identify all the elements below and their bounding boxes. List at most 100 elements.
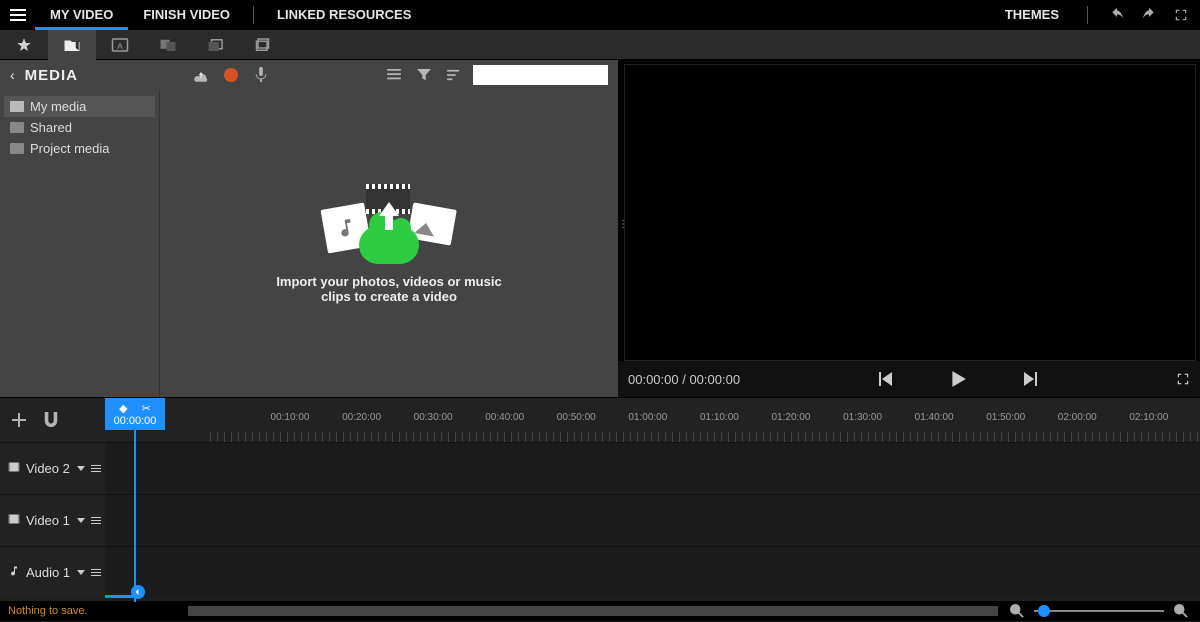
film-icon bbox=[8, 513, 20, 528]
folder-icon bbox=[10, 122, 24, 133]
undo-icon[interactable] bbox=[1106, 4, 1128, 26]
timeline: ◆ ✂ 00:00:00 00:10:0000:20:0000:30:0000:… bbox=[0, 397, 1200, 601]
import-dropzone[interactable]: Import your photos, videos or music clip… bbox=[160, 90, 618, 397]
folder-label: Project media bbox=[30, 141, 109, 156]
music-note-icon bbox=[8, 565, 20, 580]
next-frame-icon[interactable] bbox=[1022, 371, 1038, 387]
cloud-upload-icon[interactable] bbox=[190, 64, 212, 86]
folder-icon bbox=[10, 143, 24, 154]
search-box[interactable] bbox=[473, 65, 608, 85]
search-input[interactable] bbox=[477, 69, 619, 81]
ruler-tick-label: 01:00:00 bbox=[628, 412, 667, 423]
track-lane[interactable] bbox=[105, 443, 1200, 494]
themes-button[interactable]: THEMES bbox=[995, 0, 1069, 30]
timeline-scrollbar[interactable] bbox=[188, 606, 999, 616]
zoom-in-icon[interactable] bbox=[1170, 600, 1192, 622]
track-menu-icon[interactable] bbox=[91, 569, 101, 576]
tab-media-icon[interactable] bbox=[48, 30, 96, 60]
preview-panel: ⋮ 00:00:00 / 00:00:00 bbox=[618, 60, 1200, 397]
film-icon bbox=[8, 461, 20, 476]
track-header[interactable]: Video 2 bbox=[0, 443, 105, 494]
folder-tree: My media Shared Project media bbox=[0, 90, 160, 397]
prev-frame-icon[interactable] bbox=[878, 371, 894, 387]
divider bbox=[1087, 6, 1088, 24]
ruler-tick-label: 00:20:00 bbox=[342, 412, 381, 423]
ruler-tick-label: 02:10:00 bbox=[1129, 412, 1168, 423]
divider bbox=[253, 6, 254, 24]
ruler-tick-label: 01:30:00 bbox=[843, 412, 882, 423]
ruler-tick-label: 00:10:00 bbox=[271, 412, 310, 423]
track-menu-icon[interactable] bbox=[91, 517, 101, 524]
tab-finish-video[interactable]: FINISH VIDEO bbox=[128, 0, 245, 30]
record-icon[interactable] bbox=[220, 64, 242, 86]
list-view-icon[interactable] bbox=[383, 64, 405, 86]
ruler-tick-label: 00:50:00 bbox=[557, 412, 596, 423]
panel-resize-handle[interactable]: ⋮ bbox=[618, 219, 624, 239]
playback-time: 00:00:00 / 00:00:00 bbox=[628, 372, 740, 387]
folder-shared[interactable]: Shared bbox=[4, 117, 155, 138]
import-graphic bbox=[324, 184, 454, 264]
tab-my-video[interactable]: MY VIDEO bbox=[35, 0, 128, 30]
track-name: Audio 1 bbox=[26, 565, 70, 580]
zoom-out-icon[interactable] bbox=[1006, 600, 1028, 622]
folder-open-icon bbox=[10, 101, 24, 112]
media-title: MEDIA bbox=[25, 67, 78, 84]
sort-icon[interactable] bbox=[443, 64, 465, 86]
track-menu-icon[interactable] bbox=[91, 465, 101, 472]
track-dropdown-icon[interactable] bbox=[77, 466, 85, 471]
tab-titles-icon[interactable]: A bbox=[96, 30, 144, 60]
fullscreen-icon[interactable] bbox=[1170, 4, 1192, 26]
track-video-2[interactable]: Video 2 bbox=[0, 442, 1200, 494]
media-panel: ‹ MEDIA bbox=[0, 60, 618, 397]
tab-effects-icon[interactable] bbox=[192, 30, 240, 60]
tab-library-icon[interactable] bbox=[240, 30, 288, 60]
tab-favorites-icon[interactable] bbox=[0, 30, 48, 60]
video-preview[interactable] bbox=[624, 64, 1196, 361]
track-dropdown-icon[interactable] bbox=[77, 518, 85, 523]
folder-label: My media bbox=[30, 99, 86, 114]
track-dropdown-icon[interactable] bbox=[77, 570, 85, 575]
track-lane[interactable] bbox=[105, 495, 1200, 546]
scissors-icon[interactable]: ✂ bbox=[142, 402, 151, 415]
track-header[interactable]: Audio 1 bbox=[0, 547, 105, 598]
status-bar: Nothing to save. bbox=[0, 601, 1200, 621]
playhead-line[interactable] bbox=[134, 430, 136, 602]
topbar: MY VIDEO FINISH VIDEO LINKED RESOURCES T… bbox=[0, 0, 1200, 30]
svg-text:A: A bbox=[117, 41, 123, 50]
marker-icon: ◆ bbox=[119, 402, 127, 415]
track-header[interactable]: Video 1 bbox=[0, 495, 105, 546]
magnet-snap-icon[interactable] bbox=[40, 409, 62, 431]
folder-project-media[interactable]: Project media bbox=[4, 138, 155, 159]
menu-hamburger[interactable] bbox=[0, 0, 35, 30]
ruler-tick-label: 01:50:00 bbox=[986, 412, 1025, 423]
ruler-tick-label: 00:30:00 bbox=[414, 412, 453, 423]
folder-label: Shared bbox=[30, 120, 72, 135]
expand-preview-icon[interactable] bbox=[1176, 372, 1190, 386]
filter-icon[interactable] bbox=[413, 64, 435, 86]
folder-my-media[interactable]: My media bbox=[4, 96, 155, 117]
time-ruler[interactable]: 00:10:00 00:20:00 00:30:00 00:40:00 00:50:00… bbox=[210, 398, 1200, 442]
tab-linked-resources[interactable]: LINKED RESOURCES bbox=[262, 0, 426, 30]
back-chevron-icon[interactable]: ‹ bbox=[10, 67, 15, 83]
track-name: Video 2 bbox=[26, 461, 70, 476]
import-text-1: Import your photos, videos or music bbox=[276, 274, 501, 289]
import-text-2: clips to create a video bbox=[321, 289, 457, 304]
status-message: Nothing to save. bbox=[8, 605, 88, 617]
source-tabstrip: A bbox=[0, 30, 1200, 60]
redo-icon[interactable] bbox=[1138, 4, 1160, 26]
ruler-tick-label: 01:40:00 bbox=[915, 412, 954, 423]
microphone-icon[interactable] bbox=[250, 64, 272, 86]
ruler-tick-label: 01:20:00 bbox=[772, 412, 811, 423]
playhead-marker[interactable]: ◆ ✂ 00:00:00 bbox=[105, 398, 165, 430]
track-video-1[interactable]: Video 1 bbox=[0, 494, 1200, 546]
ruler-tick-label: 00:40:00 bbox=[485, 412, 524, 423]
ruler-tick-label: 01:10:00 bbox=[700, 412, 739, 423]
ruler-tick-label: 02:00:00 bbox=[1058, 412, 1097, 423]
play-icon[interactable] bbox=[949, 370, 967, 388]
track-lane[interactable] bbox=[105, 547, 1200, 598]
track-name: Video 1 bbox=[26, 513, 70, 528]
tab-transitions-icon[interactable] bbox=[144, 30, 192, 60]
add-track-icon[interactable] bbox=[8, 409, 30, 431]
track-audio-1[interactable]: Audio 1 bbox=[0, 546, 1200, 598]
zoom-slider[interactable] bbox=[1034, 610, 1164, 612]
